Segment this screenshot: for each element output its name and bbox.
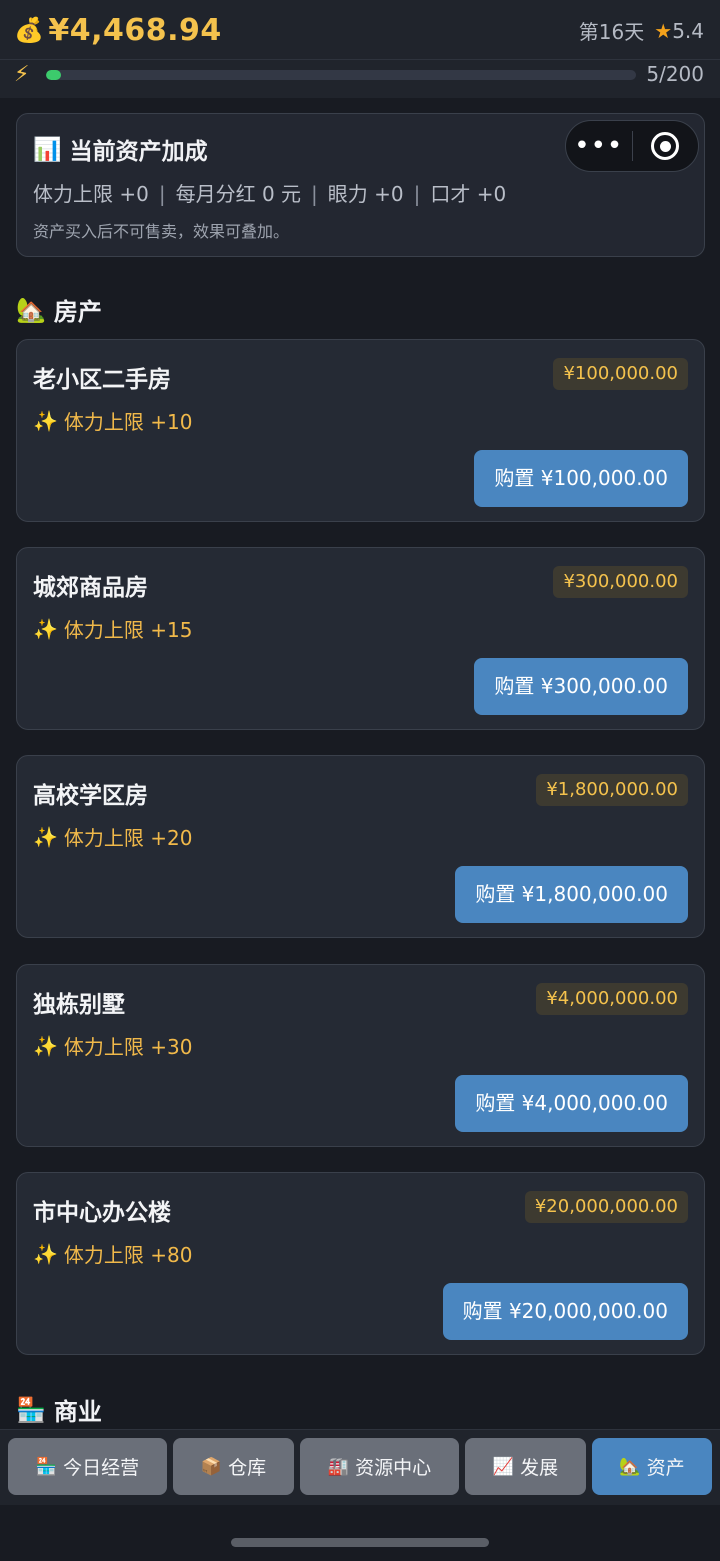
- asset-card: 城郊商品房 ¥300,000.00 ✨ 体力上限 +15 购置 ¥300,000.…: [16, 547, 705, 730]
- bottom-tab-bar: 🏪 今日经营 📦 仓库 🏭 资源中心 📈 发展 🏡 资产: [0, 1429, 720, 1505]
- asset-name: 高校学区房: [33, 783, 148, 809]
- energy-track: [46, 70, 636, 80]
- target-icon: [651, 132, 680, 160]
- stat-separator: |: [311, 182, 318, 206]
- bar-chart-icon: 📊: [33, 136, 62, 163]
- price-tag: ¥100,000.00: [553, 358, 688, 390]
- tab-assets[interactable]: 🏡 资产: [592, 1438, 712, 1495]
- stat-monthly-dividend: 每月分红 0 元: [175, 182, 302, 206]
- asset-effect: ✨ 体力上限 +80: [33, 1239, 192, 1268]
- tab-label: 今日经营: [63, 1457, 140, 1479]
- effect-text: 体力上限 +15: [63, 618, 193, 642]
- energy-fill: [46, 70, 61, 80]
- close-miniprogram-button[interactable]: [633, 132, 699, 160]
- sparkle-icon: ✨: [33, 1033, 58, 1058]
- price-tag: ¥300,000.00: [553, 566, 688, 598]
- sparkle-icon: ✨: [33, 616, 58, 641]
- stat-eloquence: 口才 +0: [430, 182, 507, 206]
- package-icon: 📦: [200, 1456, 223, 1477]
- stat-separator: |: [413, 182, 421, 206]
- top-status-bar: 💰 ¥4,468.94 第16天 ★5.4: [0, 0, 720, 60]
- panel-title: 📊 当前资产加成: [33, 132, 208, 166]
- effect-text: 体力上限 +20: [63, 826, 193, 850]
- section-title-property: 🏡 房产: [16, 292, 102, 327]
- asset-name: 老小区二手房: [33, 367, 171, 393]
- section-title-business: 🏪 商业: [16, 1392, 102, 1427]
- house-icon: 🏡: [16, 295, 46, 324]
- tab-resource-center[interactable]: 🏭 资源中心: [300, 1438, 459, 1495]
- tab-label: 资产: [646, 1457, 685, 1479]
- asset-card: 高校学区房 ¥1,800,000.00 ✨ 体力上限 +20 购置 ¥1,800,…: [16, 755, 705, 938]
- section-title-text: 房产: [53, 298, 102, 326]
- asset-card: 独栋别墅 ¥4,000,000.00 ✨ 体力上限 +30 购置 ¥4,000,0…: [16, 964, 705, 1147]
- stat-separator: |: [158, 182, 166, 206]
- asset-card: 老小区二手房 ¥100,000.00 ✨ 体力上限 +10 购置 ¥100,000…: [16, 339, 705, 522]
- buy-button[interactable]: 购置 ¥20,000,000.00: [442, 1283, 688, 1340]
- sparkle-icon: ✨: [33, 408, 58, 433]
- effect-text: 体力上限 +30: [63, 1035, 193, 1059]
- stat-stamina-cap: 体力上限 +0: [33, 182, 149, 206]
- tab-label: 仓库: [228, 1457, 267, 1479]
- day-rating: 第16天 ★5.4: [579, 16, 704, 45]
- buy-button[interactable]: 购置 ¥1,800,000.00: [455, 866, 688, 923]
- trend-chart-icon: 📈: [492, 1456, 515, 1477]
- asset-effect: ✨ 体力上限 +30: [33, 1031, 192, 1060]
- home-indicator[interactable]: [231, 1538, 489, 1547]
- rating: ★5.4: [654, 19, 704, 43]
- buy-button[interactable]: 购置 ¥300,000.00: [474, 658, 688, 715]
- money-display: 💰 ¥4,468.94: [14, 10, 222, 50]
- more-menu-button[interactable]: •••: [566, 133, 632, 159]
- day-counter: 第16天: [578, 20, 645, 44]
- bonus-stats: 体力上限 +0 | 每月分红 0 元 | 眼力 +0 | 口才 +0: [33, 178, 506, 207]
- lightning-icon: ⚡: [14, 62, 30, 87]
- effect-text: 体力上限 +10: [63, 410, 193, 434]
- tab-today-business[interactable]: 🏪 今日经营: [8, 1438, 167, 1495]
- panel-note: 资产买入后不可售卖，效果可叠加。: [33, 222, 290, 241]
- store-icon: 🏪: [35, 1456, 58, 1477]
- tab-development[interactable]: 📈 发展: [465, 1438, 586, 1495]
- energy-count: 5/200: [646, 62, 704, 86]
- buy-button[interactable]: 购置 ¥100,000.00: [474, 450, 688, 507]
- asset-effect: ✨ 体力上限 +15: [33, 614, 192, 643]
- factory-icon: 🏭: [327, 1456, 350, 1477]
- rating-value: 5.4: [672, 18, 704, 43]
- house-icon: 🏡: [619, 1456, 641, 1477]
- money-bag-icon: 💰: [14, 16, 45, 44]
- asset-effect: ✨ 体力上限 +20: [33, 822, 192, 851]
- sparkle-icon: ✨: [33, 1241, 58, 1266]
- asset-name: 城郊商品房: [33, 575, 148, 601]
- star-icon: ★: [654, 18, 673, 43]
- miniprogram-capsule: •••: [565, 120, 699, 172]
- effect-text: 体力上限 +80: [63, 1243, 193, 1267]
- store-icon: 🏪: [16, 1395, 46, 1424]
- asset-name: 市中心办公楼: [33, 1200, 171, 1226]
- money-amount: ¥4,468.94: [48, 12, 222, 48]
- price-tag: ¥20,000,000.00: [524, 1191, 688, 1223]
- panel-title-text: 当前资产加成: [69, 139, 208, 165]
- tab-warehouse[interactable]: 📦 仓库: [173, 1438, 294, 1495]
- price-tag: ¥1,800,000.00: [536, 774, 688, 806]
- asset-name: 独栋别墅: [33, 992, 125, 1018]
- section-title-text: 商业: [53, 1398, 102, 1426]
- sparkle-icon: ✨: [33, 824, 58, 849]
- asset-effect: ✨ 体力上限 +10: [33, 406, 192, 435]
- energy-bar: ⚡ 5/200: [0, 60, 720, 98]
- asset-card: 市中心办公楼 ¥20,000,000.00 ✨ 体力上限 +80 购置 ¥20,0…: [16, 1172, 705, 1355]
- tab-label: 资源中心: [355, 1457, 432, 1479]
- buy-button[interactable]: 购置 ¥4,000,000.00: [455, 1075, 688, 1132]
- stat-eyesight: 眼力 +0: [327, 182, 404, 206]
- tab-label: 发展: [520, 1457, 559, 1479]
- price-tag: ¥4,000,000.00: [536, 983, 688, 1015]
